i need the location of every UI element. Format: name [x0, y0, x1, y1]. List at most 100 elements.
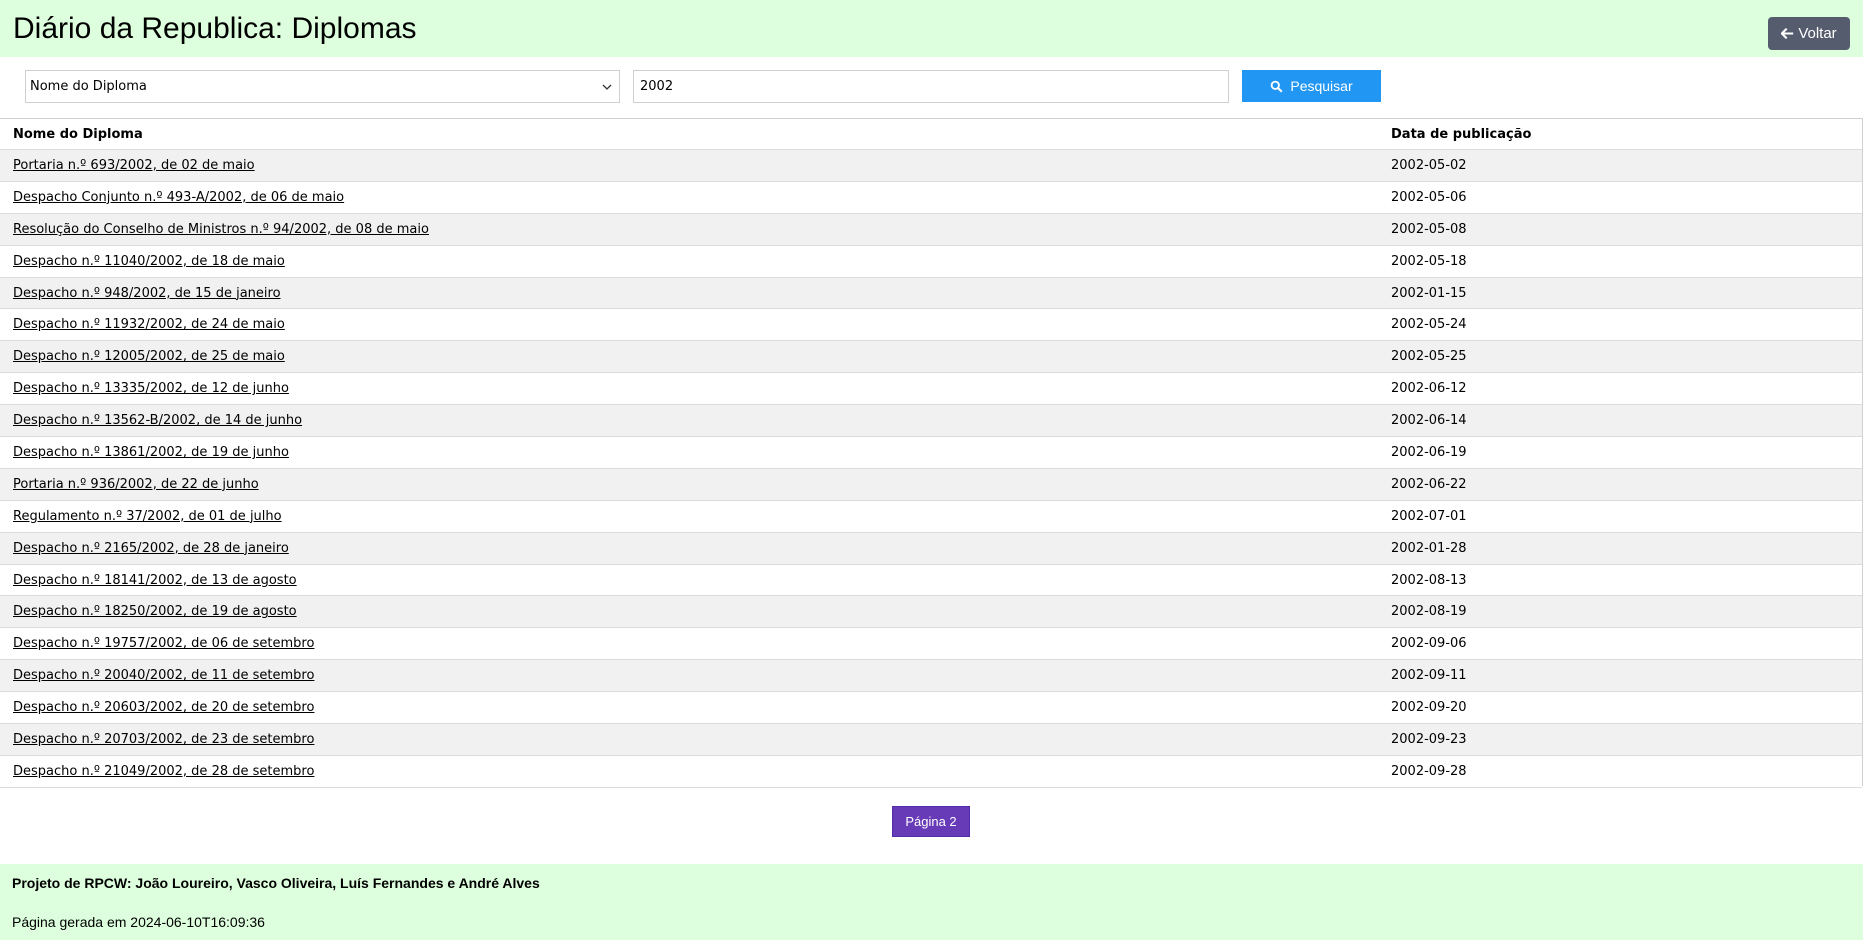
- diploma-name-cell: Portaria n.º 693/2002, de 02 de maio: [13, 158, 255, 173]
- search-button[interactable]: Pesquisar: [1242, 70, 1381, 102]
- publication-date-cell: 2002-08-19: [1391, 604, 1467, 620]
- publication-date-cell: 2002-05-02: [1391, 158, 1467, 173]
- table-row: Portaria n.º 693/2002, de 02 de maio 2002…: [0, 150, 1862, 182]
- diploma-name-cell: Despacho n.º 18250/2002, de 19 de agosto: [13, 604, 297, 619]
- table-row: Regulamento n.º 37/2002, de 01 de julho 2…: [0, 500, 1862, 533]
- table-row: Despacho n.º 18141/2002, de 13 de agosto…: [0, 564, 1862, 597]
- page-2-button[interactable]: Página 2: [892, 806, 970, 837]
- diploma-name-cell: Resolução do Conselho de Ministros n.º 9…: [13, 222, 429, 237]
- diploma-name-cell: Despacho n.º 20603/2002, de 20 de setemb…: [13, 700, 314, 715]
- table-row: Despacho n.º 20603/2002, de 20 de setemb…: [0, 692, 1862, 725]
- arrow-left-icon: [1781, 27, 1794, 40]
- publication-date-cell: 2002-05-08: [1391, 221, 1467, 237]
- search-field-select[interactable]: Nome do Diploma: [25, 70, 620, 103]
- diploma-link[interactable]: Despacho n.º 20703/2002, de 23 de setemb…: [13, 732, 314, 747]
- diploma-link[interactable]: Portaria n.º 693/2002, de 02 de maio: [13, 158, 255, 173]
- publication-date-cell: 2002-01-28: [1391, 540, 1467, 556]
- table-row: Portaria n.º 936/2002, de 22 de junho 200…: [0, 468, 1862, 501]
- publication-date-cell: 2002-09-20: [1391, 700, 1467, 716]
- diploma-link[interactable]: Despacho n.º 11932/2002, de 24 de maio: [13, 317, 285, 332]
- publication-date-cell: 2002-05-25: [1391, 349, 1467, 365]
- table-row: Despacho n.º 13562-B/2002, de 14 de junh…: [0, 405, 1862, 438]
- diploma-link[interactable]: Despacho n.º 21049/2002, de 28 de setemb…: [13, 764, 314, 779]
- diploma-link[interactable]: Despacho n.º 20040/2002, de 11 de setemb…: [13, 668, 314, 683]
- diploma-name-cell: Despacho n.º 20703/2002, de 23 de setemb…: [13, 732, 314, 747]
- publication-date-cell: 2002-01-15: [1391, 285, 1467, 301]
- diploma-name-cell: Despacho n.º 13335/2002, de 12 de junho: [13, 381, 289, 396]
- table-row: Despacho n.º 11932/2002, de 24 de maio 20…: [0, 309, 1862, 342]
- search-button-label: Pesquisar: [1290, 78, 1353, 94]
- diploma-link[interactable]: Despacho n.º 948/2002, de 15 de janeiro: [13, 286, 281, 301]
- diploma-name-cell: Despacho Conjunto n.º 493-A/2002, de 06 …: [13, 190, 344, 205]
- search-icon: [1271, 80, 1283, 93]
- diploma-link[interactable]: Portaria n.º 936/2002, de 22 de junho: [13, 477, 259, 492]
- column-header-date: Data de publicação: [1391, 127, 1532, 142]
- table-row: Despacho n.º 13861/2002, de 19 de junho 2…: [0, 437, 1862, 469]
- table-row: Despacho Conjunto n.º 493-A/2002, de 06 …: [0, 181, 1862, 214]
- page-footer: Projeto de RPCW: João Loureiro, Vasco Ol…: [0, 864, 1863, 940]
- publication-date-cell: 2002-05-24: [1391, 317, 1467, 333]
- diploma-link[interactable]: Despacho Conjunto n.º 493-A/2002, de 06 …: [13, 190, 344, 205]
- search-bar: Nome do Diploma Pesquisar: [0, 70, 1863, 104]
- table-row: Despacho n.º 19757/2002, de 06 de setemb…: [0, 628, 1862, 661]
- footer-credits: Projeto de RPCW: João Loureiro, Vasco Ol…: [12, 875, 540, 891]
- publication-date-cell: 2002-06-22: [1391, 476, 1467, 492]
- publication-date-cell: 2002-07-01: [1391, 508, 1467, 524]
- diploma-link[interactable]: Resolução do Conselho de Ministros n.º 9…: [13, 222, 429, 237]
- diploma-name-cell: Despacho n.º 21049/2002, de 28 de setemb…: [13, 764, 314, 779]
- diploma-link[interactable]: Despacho n.º 13562-B/2002, de 14 de junh…: [13, 413, 302, 428]
- diploma-name-cell: Portaria n.º 936/2002, de 22 de junho: [13, 477, 259, 492]
- table-row: Despacho n.º 20703/2002, de 23 de setemb…: [0, 724, 1862, 756]
- publication-date-cell: 2002-08-13: [1391, 572, 1467, 588]
- search-input[interactable]: [633, 70, 1229, 103]
- diploma-name-cell: Despacho n.º 20040/2002, de 11 de setemb…: [13, 668, 314, 683]
- page-header: Diário da Republica: Diplomas Voltar: [0, 0, 1863, 57]
- diploma-link[interactable]: Despacho n.º 13335/2002, de 12 de junho: [13, 381, 289, 396]
- diploma-link[interactable]: Despacho n.º 11040/2002, de 18 de maio: [13, 254, 285, 269]
- table-row: Despacho n.º 948/2002, de 15 de janeiro 2…: [0, 277, 1862, 310]
- table-row: Resolução do Conselho de Ministros n.º 9…: [0, 213, 1862, 246]
- diploma-name-cell: Despacho n.º 11932/2002, de 24 de maio: [13, 317, 285, 332]
- table-row: Despacho n.º 18250/2002, de 19 de agosto…: [0, 596, 1862, 629]
- diplomas-table: Nome do Diploma Data de publicação Porta…: [0, 118, 1863, 788]
- publication-date-cell: 2002-09-06: [1391, 636, 1467, 652]
- diploma-name-cell: Despacho n.º 948/2002, de 15 de janeiro: [13, 286, 281, 301]
- chevron-down-icon: [602, 84, 612, 90]
- column-header-name: Nome do Diploma: [13, 127, 143, 142]
- publication-date-cell: 2002-06-14: [1391, 413, 1467, 429]
- publication-date-cell: 2002-06-19: [1391, 445, 1467, 461]
- publication-date-cell: 2002-05-18: [1391, 253, 1467, 269]
- page-title: Diário da Republica: Diplomas: [13, 12, 417, 45]
- table-row: Despacho n.º 2165/2002, de 28 de janeiro…: [0, 532, 1862, 565]
- diploma-name-cell: Despacho n.º 19757/2002, de 06 de setemb…: [13, 636, 314, 651]
- diploma-link[interactable]: Despacho n.º 18141/2002, de 13 de agosto: [13, 573, 297, 588]
- diploma-name-cell: Despacho n.º 12005/2002, de 25 de maio: [13, 349, 285, 364]
- diploma-name-cell: Despacho n.º 2165/2002, de 28 de janeiro: [13, 541, 289, 556]
- diploma-link[interactable]: Despacho n.º 12005/2002, de 25 de maio: [13, 349, 285, 364]
- diploma-link[interactable]: Despacho n.º 18250/2002, de 19 de agosto: [13, 604, 297, 619]
- diploma-link[interactable]: Despacho n.º 13861/2002, de 19 de junho: [13, 445, 289, 460]
- search-field-selected: Nome do Diploma: [30, 79, 147, 94]
- back-button-label: Voltar: [1798, 25, 1837, 42]
- table-row: Despacho n.º 20040/2002, de 11 de setemb…: [0, 660, 1862, 693]
- table-row: Despacho n.º 11040/2002, de 18 de maio 20…: [0, 245, 1862, 278]
- table-row: Despacho n.º 13335/2002, de 12 de junho 2…: [0, 373, 1862, 406]
- diploma-name-cell: Despacho n.º 13861/2002, de 19 de junho: [13, 445, 289, 460]
- back-button[interactable]: Voltar: [1768, 17, 1850, 50]
- diploma-link[interactable]: Despacho n.º 2165/2002, de 28 de janeiro: [13, 541, 289, 556]
- table-header-row: Nome do Diploma Data de publicação: [0, 119, 1862, 150]
- table-row: Despacho n.º 12005/2002, de 25 de maio 20…: [0, 341, 1862, 374]
- publication-date-cell: 2002-09-23: [1391, 732, 1467, 748]
- diploma-name-cell: Despacho n.º 11040/2002, de 18 de maio: [13, 254, 285, 269]
- diploma-name-cell: Despacho n.º 18141/2002, de 13 de agosto: [13, 573, 297, 588]
- publication-date-cell: 2002-09-28: [1391, 763, 1467, 779]
- diploma-link[interactable]: Despacho n.º 19757/2002, de 06 de setemb…: [13, 636, 314, 651]
- diploma-name-cell: Regulamento n.º 37/2002, de 01 de julho: [13, 509, 282, 524]
- footer-generated-timestamp: Página gerada em 2024-06-10T16:09:36: [12, 914, 265, 930]
- publication-date-cell: 2002-05-06: [1391, 189, 1467, 205]
- publication-date-cell: 2002-09-11: [1391, 668, 1467, 684]
- table-row: Despacho n.º 21049/2002, de 28 de setemb…: [0, 755, 1862, 788]
- diploma-name-cell: Despacho n.º 13562-B/2002, de 14 de junh…: [13, 413, 302, 428]
- diploma-link[interactable]: Regulamento n.º 37/2002, de 01 de julho: [13, 509, 282, 524]
- diploma-link[interactable]: Despacho n.º 20603/2002, de 20 de setemb…: [13, 700, 314, 715]
